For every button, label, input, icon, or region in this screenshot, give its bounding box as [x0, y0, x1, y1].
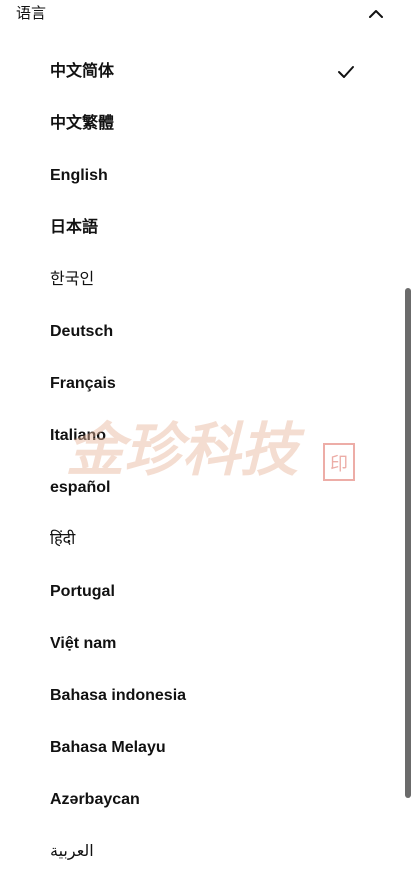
- language-label: Italiano: [50, 427, 107, 444]
- language-label: Azərbaycan: [50, 791, 140, 808]
- language-section-header[interactable]: 语言: [0, 0, 414, 30]
- chevron-up-icon: [369, 10, 383, 18]
- language-option-az[interactable]: Azərbaycan: [0, 774, 414, 826]
- collapse-toggle-button[interactable]: [364, 2, 388, 26]
- language-label: 中文繁體: [50, 115, 115, 132]
- language-option-es[interactable]: español: [0, 462, 414, 514]
- language-option-zh-hans[interactable]: 中文简体: [0, 46, 414, 98]
- language-label: Deutsch: [50, 323, 114, 340]
- language-label: Việt nam: [50, 635, 117, 652]
- language-option-it[interactable]: Italiano: [0, 410, 414, 462]
- checkmark-icon: [338, 66, 354, 78]
- scrollbar-thumb[interactable]: [405, 288, 411, 798]
- language-option-id[interactable]: Bahasa indonesia: [0, 670, 414, 722]
- language-label: العربية: [50, 843, 94, 860]
- language-label: 한국인: [50, 271, 95, 288]
- language-option-pt[interactable]: Portugal: [0, 566, 414, 618]
- language-label: हिंदी: [50, 531, 76, 548]
- language-label: 日本語: [50, 219, 99, 236]
- language-option-fr[interactable]: Français: [0, 358, 414, 410]
- language-option-en[interactable]: English: [0, 150, 414, 202]
- language-option-ms[interactable]: Bahasa Melayu: [0, 722, 414, 774]
- language-label: Portugal: [50, 583, 115, 600]
- language-label: English: [50, 167, 108, 184]
- language-label: español: [50, 479, 111, 496]
- language-label: Bahasa Melayu: [50, 739, 166, 756]
- language-option-de[interactable]: Deutsch: [0, 306, 414, 358]
- section-title: 语言: [16, 5, 47, 22]
- language-label: Bahasa indonesia: [50, 687, 187, 704]
- language-label: 中文简体: [50, 63, 115, 80]
- language-option-hi[interactable]: हिंदी: [0, 514, 414, 566]
- language-option-vi[interactable]: Việt nam: [0, 618, 414, 670]
- language-label: Français: [50, 375, 116, 392]
- language-option-ja[interactable]: 日本語: [0, 202, 414, 254]
- language-option-ar[interactable]: العربية: [0, 826, 414, 878]
- language-option-zh-hant[interactable]: 中文繁體: [0, 98, 414, 150]
- language-list: 中文简体 中文繁體 English 日本語 한국인 Deutsch França…: [0, 46, 414, 878]
- language-option-ko[interactable]: 한국인: [0, 254, 414, 306]
